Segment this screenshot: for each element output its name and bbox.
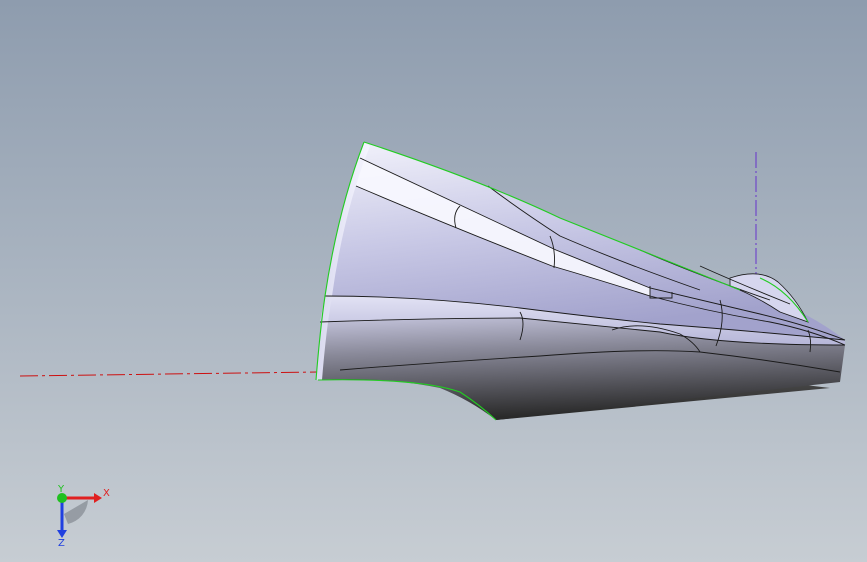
triad-z-label: Z — [58, 538, 65, 548]
triad-x-label: X — [103, 488, 110, 499]
triad-y-label: Y — [57, 484, 65, 495]
orientation-triad[interactable]: X Y Z — [40, 478, 110, 548]
triad-z-arrow — [57, 530, 67, 538]
model-scene[interactable] — [0, 0, 867, 562]
x-axis-reference-line — [19, 371, 319, 377]
triad-x-arrow — [94, 493, 102, 503]
triad-shadow — [64, 500, 88, 524]
graphics-viewport[interactable]: X Y Z — [0, 0, 867, 562]
